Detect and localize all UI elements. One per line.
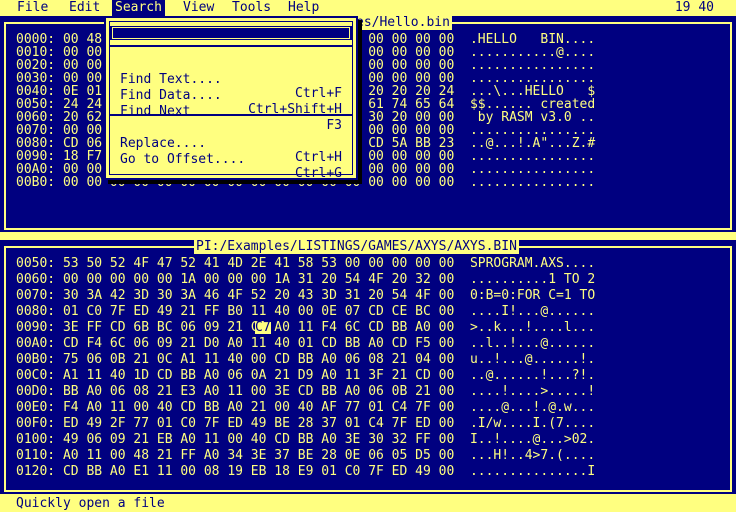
menu-item-find-text[interactable]: Find Text.... Ctrl+F [110,59,352,101]
menu-item-file-finder[interactable]: File Finder.... Ctrl+Shift+O [110,26,352,82]
panel-title: PI:/Examples/LISTINGS/GAMES/AXYS/AXYS.BI… [194,240,519,254]
menu-item-shortcut: Ctrl+H [295,150,342,165]
menu-item-find-next[interactable]: Find Next F3 [110,91,352,133]
selection-frame [112,27,350,39]
menu-tools[interactable]: Tools [229,0,274,16]
panel-title: es/Hello.bin [354,16,452,30]
hex-row[interactable]: 00E0: F4 A0 11 00 40 CD BB A0 21 00 40 A… [16,401,595,414]
hex-row[interactable]: 0050: 53 50 52 4F 47 52 41 4D 2E 41 58 5… [16,257,595,270]
hex-row[interactable]: 00B0: 75 06 0B 21 0C A1 11 40 00 CD BB A… [16,353,595,366]
menu-item-replace[interactable]: Replace.... Ctrl+H [110,123,352,165]
clock: 19 40 [674,0,714,15]
hex-row[interactable]: 0100: 49 06 09 21 EB A0 11 00 40 CD BB A… [16,433,595,446]
hex-row[interactable]: 00D0: BB A0 06 08 21 E3 A0 11 00 3E CD B… [16,385,595,398]
search-menu: File Finder.... Ctrl+Shift+O Find Text..… [104,16,358,181]
menu-view[interactable]: View [180,0,217,16]
hex-row[interactable]: 0120: CD BB A0 E1 11 00 08 19 EB 18 E9 0… [16,465,595,478]
menu-item-shortcut: Ctrl+G [295,166,342,181]
status-text: Quickly open a file [16,496,165,511]
hex-row[interactable]: 0110: A0 11 00 48 21 FF A0 34 3E 37 BE 2… [16,449,595,462]
hex-row[interactable]: 0080: 01 C0 7F ED 49 21 FF B0 11 40 00 0… [16,305,595,318]
menu-item-label: Go to Offset.... [120,152,246,167]
edit-cursor[interactable]: C7 [255,321,271,334]
hex-row[interactable]: 0060: 00 00 00 00 00 1A 00 00 00 1A 31 2… [16,273,595,286]
status-bar: Quickly open a file [0,495,736,512]
menu-item-find-data[interactable]: Find Data.... Ctrl+Shift+H [110,75,352,117]
hex-row[interactable]: 00C0: A1 11 40 1D CD BB A0 06 0A 21 D9 A… [16,369,595,382]
menu-bar: File Edit Search View Tools Help 19 40 [0,0,736,16]
menu-help[interactable]: Help [285,0,322,16]
menu-file[interactable]: File [14,0,51,16]
hex-row[interactable]: 0090: 3E FF CD 6B BC 06 09 21 C7 A0 11 F… [16,321,595,334]
hex-row[interactable]: 00F0: ED 49 2F 77 01 C0 7F ED 49 BE 28 3… [16,417,595,430]
hex-row[interactable]: 0070: 30 3A 42 3D 30 3A 46 4F 52 20 43 3… [16,289,595,302]
menu-item-label: Find Next [120,104,191,119]
menu-item-go-to-offset[interactable]: Go to Offset.... Ctrl+G [110,139,352,181]
menu-edit[interactable]: Edit [66,0,103,16]
menu-search[interactable]: Search [112,0,165,16]
hex-row[interactable]: 00A0: CD F4 6C 06 09 21 D0 A0 11 40 01 C… [16,337,595,350]
menu-separator [110,114,352,116]
hex-panel-bottom[interactable]: PI:/Examples/LISTINGS/GAMES/AXYS/AXYS.BI… [0,240,736,494]
menu-separator [110,45,352,47]
